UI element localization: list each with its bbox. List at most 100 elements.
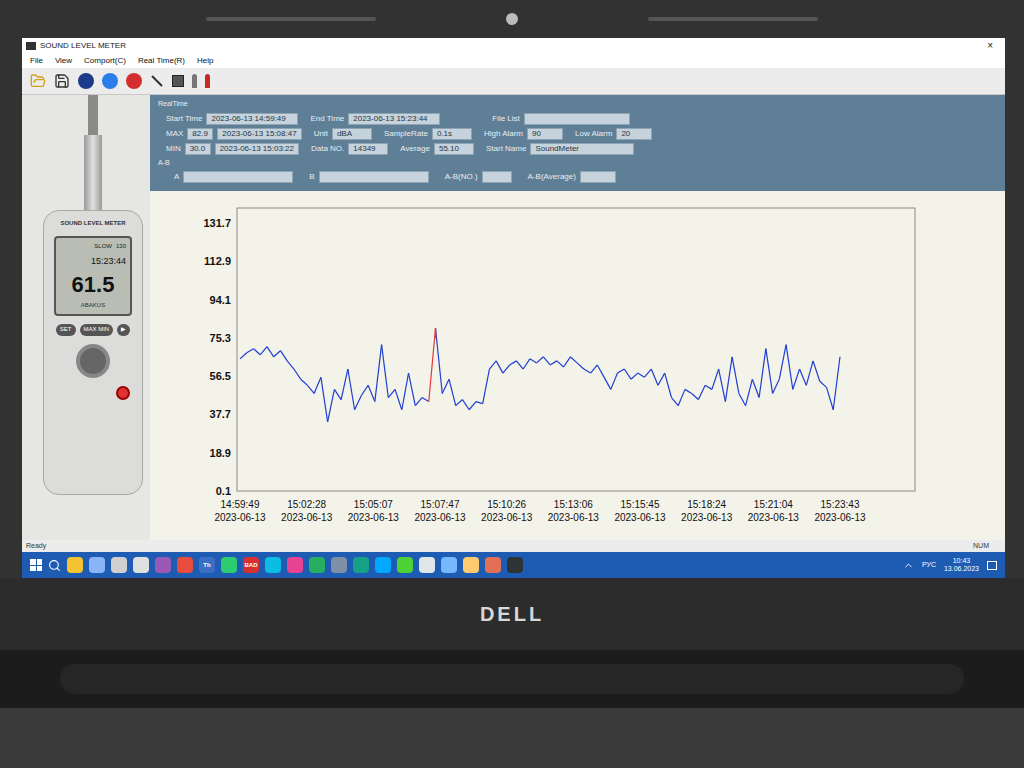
series-segment — [510, 361, 517, 365]
meter-button[interactable]: MAX MIN — [80, 324, 114, 336]
notifications-icon[interactable] — [987, 561, 997, 570]
series-segment — [671, 398, 678, 406]
taskbar-app[interactable] — [507, 557, 523, 573]
meter-button[interactable]: ▶ — [117, 324, 130, 336]
series-segment — [483, 369, 490, 404]
meter-body: SOUND LEVEL METERSLOW13015:23:4461.5ABAK… — [43, 210, 143, 495]
series-segment — [503, 365, 510, 373]
taskbar-app[interactable] — [265, 557, 281, 573]
series-segment — [462, 400, 469, 410]
close-button[interactable]: × — [987, 38, 1001, 53]
taskbar-app[interactable] — [397, 557, 413, 573]
realtime-icon[interactable] — [102, 73, 118, 89]
data-no-label: Data NO. — [311, 143, 344, 155]
language-indicator[interactable]: РУС — [922, 560, 936, 571]
menu-item[interactable]: Comport(C) — [84, 55, 126, 67]
series-segment — [813, 361, 820, 381]
taskbar-app[interactable] — [353, 557, 369, 573]
series-segment — [543, 357, 550, 365]
ab-average-value[interactable] — [580, 171, 616, 183]
menu-item[interactable]: View — [55, 55, 72, 67]
photo: SOUND LEVEL METER × File View Comport(C) Real… — [0, 0, 1024, 768]
taskbar-app[interactable] — [133, 557, 149, 573]
max-value[interactable]: 82.9 — [187, 128, 213, 140]
line-tool-icon[interactable] — [151, 75, 162, 86]
menu-item[interactable]: Help — [197, 55, 213, 67]
file-list-value[interactable] — [524, 113, 630, 125]
low-alarm: Low Alarm20 — [575, 128, 652, 140]
high-alarm-value[interactable]: 90 — [527, 128, 563, 140]
taskbar-app[interactable] — [177, 557, 193, 573]
unit-value[interactable]: dBA — [332, 128, 372, 140]
power-button-icon[interactable] — [116, 386, 130, 400]
clock-date[interactable]: 13.06.2023 — [944, 565, 979, 573]
taskbar-app[interactable] — [287, 557, 303, 573]
open-icon[interactable] — [30, 73, 46, 89]
tray-expand-icon[interactable] — [903, 560, 914, 571]
b-field-value[interactable] — [319, 171, 429, 183]
taskbar-app[interactable] — [89, 557, 105, 573]
taskbar-app[interactable] — [155, 557, 171, 573]
low-alarm-value[interactable]: 20 — [616, 128, 652, 140]
mic-stem — [84, 135, 102, 210]
taskbar-app[interactable] — [221, 557, 237, 573]
min-value[interactable]: 30.0 — [185, 143, 211, 155]
start-name-value[interactable]: SoundMeter — [530, 143, 634, 155]
taskbar-app[interactable] — [111, 557, 127, 573]
marker-a-icon[interactable] — [192, 74, 197, 88]
meter-button[interactable]: SET — [56, 324, 76, 336]
taskbar-app[interactable] — [67, 557, 83, 573]
start-time-value[interactable]: 2023-06-13 14:59:49 — [206, 113, 298, 125]
x-tick: 15:23:432023-06-13 — [814, 499, 866, 523]
series-segment — [361, 385, 368, 395]
start-icon[interactable] — [30, 559, 42, 571]
menu-item[interactable]: Real Time(R) — [138, 55, 185, 67]
series-segment — [307, 385, 314, 393]
taskbar-app[interactable]: BAD — [243, 557, 259, 573]
dpad[interactable] — [76, 344, 110, 378]
ab-average: A-B(Average) — [528, 171, 616, 183]
series-segment — [348, 369, 355, 410]
data-no-value[interactable]: 14349 — [348, 143, 388, 155]
svg-text:15:05:07: 15:05:07 — [354, 499, 393, 510]
taskbar-app[interactable] — [419, 557, 435, 573]
end-time-value[interactable]: 2023-06-13 15:23:44 — [348, 113, 440, 125]
svg-text:2023-06-13: 2023-06-13 — [748, 512, 800, 523]
a-field-value[interactable] — [183, 171, 293, 183]
svg-text:2023-06-13: 2023-06-13 — [214, 512, 266, 523]
taskbar-app[interactable] — [441, 557, 457, 573]
ab-no-value[interactable] — [482, 171, 512, 183]
taskbar-app[interactable] — [485, 557, 501, 573]
series-segment — [692, 393, 699, 399]
num-indicator: NUM — [973, 541, 1001, 552]
series-segment — [341, 369, 348, 400]
series-segment — [301, 379, 308, 385]
taskbar-app[interactable] — [375, 557, 391, 573]
menu-item[interactable]: File — [30, 55, 43, 67]
save-icon[interactable] — [54, 73, 70, 89]
series-segment — [779, 345, 786, 380]
series-segment — [476, 402, 483, 404]
average-value[interactable]: 55.10 — [434, 143, 474, 155]
y-tick: 131.7 — [203, 217, 231, 229]
taskbar-app[interactable] — [331, 557, 347, 573]
series-segment — [550, 361, 557, 365]
stop-icon[interactable] — [126, 73, 142, 89]
sample-rate-value[interactable]: 0.1s — [432, 128, 472, 140]
taskbar-app[interactable]: Th — [199, 557, 215, 573]
series-segment — [537, 357, 544, 363]
clock-time[interactable]: 10:43 — [953, 557, 971, 565]
series-segment — [523, 359, 530, 369]
app-icon — [26, 42, 36, 50]
series-segment — [658, 373, 665, 385]
series-segment — [712, 369, 719, 389]
taskbar-app[interactable] — [463, 557, 479, 573]
taskbar-app[interactable] — [309, 557, 325, 573]
connect-icon[interactable] — [78, 73, 94, 89]
meter-label: SOUND LEVEL METER — [60, 219, 125, 228]
series-segment — [618, 369, 625, 373]
svg-text:15:18:24: 15:18:24 — [687, 499, 726, 510]
search-icon[interactable] — [48, 559, 61, 572]
square-tool-icon[interactable] — [172, 75, 184, 87]
marker-b-icon[interactable] — [205, 74, 210, 88]
